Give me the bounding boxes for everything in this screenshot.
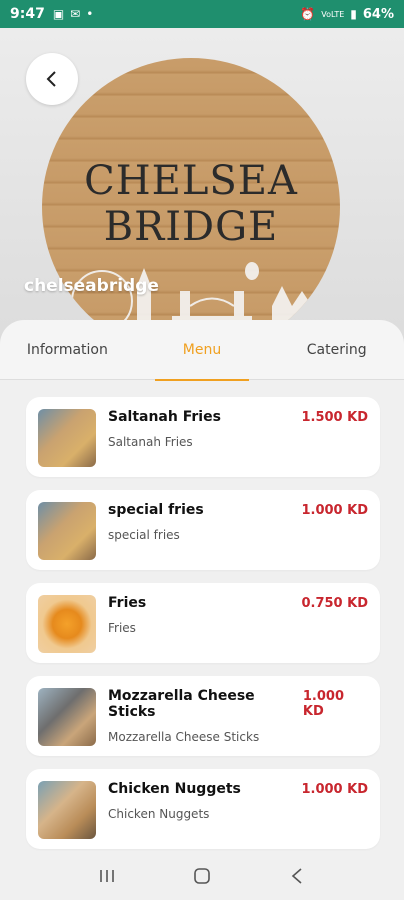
item-image [38, 781, 96, 839]
item-name: Chicken Nuggets [108, 781, 241, 797]
back-button[interactable] [26, 53, 78, 105]
recent-apps-button[interactable] [87, 856, 127, 896]
logo-text: CHELSEA BRIDGE [84, 158, 298, 250]
volte-label: VoLTE [321, 9, 345, 19]
item-name: special fries [108, 502, 204, 518]
battery-percent: 64% [362, 6, 394, 22]
system-icons: ⏰ VoLTE ▮ 64% [300, 7, 394, 22]
recent-apps-icon [100, 870, 115, 882]
item-price: 0.750 KD [301, 596, 368, 611]
restaurant-hero: CHELSEA BRIDGE chelseabridge [0, 28, 404, 348]
item-price: 1.000 KD [301, 503, 368, 518]
restaurant-logo: CHELSEA BRIDGE [42, 58, 340, 348]
alarm-icon: ⏰ [300, 7, 316, 21]
item-image [38, 595, 96, 653]
item-description: Fries [108, 621, 136, 635]
item-description: special fries [108, 528, 180, 542]
item-name: Mozzarella Cheese Sticks [108, 688, 255, 720]
status-time: 9:47 [10, 6, 45, 22]
item-description: Chicken Nuggets [108, 807, 210, 821]
tab-bar: Information Menu Catering [0, 320, 404, 381]
tab-menu[interactable]: Menu [135, 320, 270, 381]
item-name: Fries [108, 595, 147, 611]
menu-item[interactable]: Chicken Nuggets 1.000 KD Chicken Nuggets [26, 769, 380, 849]
status-bar: 9:47 ▣ ✉ • ⏰ VoLTE ▮ 64% [0, 0, 404, 28]
menu-item[interactable]: special fries 1.000 KD special fries [26, 490, 380, 570]
item-name: Saltanah Fries [108, 409, 221, 425]
home-icon [194, 868, 210, 884]
tab-information[interactable]: Information [0, 320, 135, 380]
menu-item[interactable]: Saltanah Fries 1.500 KD Saltanah Fries [26, 397, 380, 477]
item-description: Saltanah Fries [108, 435, 193, 449]
item-price: 1.000 KD [302, 689, 344, 719]
dot-icon: • [86, 7, 94, 21]
mail-icon: ✉ [70, 7, 81, 21]
chevron-left-icon [46, 71, 56, 87]
home-button[interactable] [182, 856, 222, 896]
back-icon [291, 868, 302, 884]
menu-item[interactable]: Mozzarella Cheese Sticks 1.000 KD Mozzar… [26, 676, 380, 756]
item-price: 1.500 KD [301, 410, 368, 425]
item-image [38, 502, 96, 560]
signal-icon: ▮ [350, 7, 357, 21]
item-description: Mozzarella Cheese Sticks [108, 730, 260, 744]
menu-list: Saltanah Fries 1.500 KD Saltanah Fries s… [0, 380, 404, 852]
back-nav-button[interactable] [277, 856, 317, 896]
item-price: 1.000 KD [301, 782, 368, 797]
item-image [38, 688, 96, 746]
item-image [38, 409, 96, 467]
notification-icons: ▣ ✉ • [53, 7, 93, 21]
tab-catering[interactable]: Catering [269, 320, 404, 380]
system-nav-bar [0, 852, 404, 900]
menu-item[interactable]: Fries 0.750 KD Fries [26, 583, 380, 663]
brand-name: chelseabridge [24, 276, 159, 296]
image-icon: ▣ [52, 7, 65, 21]
